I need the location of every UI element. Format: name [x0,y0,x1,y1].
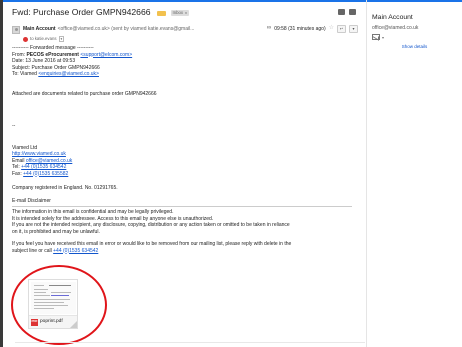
office-email-link[interactable]: office@viamed.co.uk [26,158,72,164]
recipient-text: to katie.evans [30,36,57,42]
email-prefix: Email [12,157,26,164]
email-subject: Fwd: Purchase Order GMPN942666 [12,7,151,18]
contact-sidebar: Main Account office@viamed.co.uk ▾ Show … [366,0,462,347]
disclaimer-divider [12,206,352,207]
flag-icon [23,36,28,42]
sender-avatar [12,25,20,34]
tel-prefix: Tel: [12,164,22,170]
recipients-row: to katie.evans ▾ [12,35,358,43]
fwd-to-email-link[interactable]: <enquiries@viamed.co.uk> [38,71,99,77]
message-body: ---------- Forwarded message ---------- … [12,45,362,254]
attachment-preview [31,282,76,314]
contact-name: Main Account [372,14,413,21]
email-contact-button[interactable]: ▾ [372,34,462,41]
fax-prefix: Fax: [12,170,24,177]
sender-name[interactable]: Main Account [23,26,56,33]
attachment-filename[interactable]: poprint.pdf [40,319,63,325]
fwd-from-email-link[interactable]: <support@elcom.com> [80,52,132,58]
star-icon[interactable]: ☆ [329,25,334,33]
disclaimer-title: E-mail Disclaimer [12,197,51,204]
message-actions: ∞ 09:58 (31 minutes ago) ☆ ↩ ▾ [267,25,358,33]
fax-link[interactable]: +44 (0)1535 635582 [23,171,68,177]
reply-button[interactable]: ↩ [337,25,346,33]
pdf-icon: PDF [31,318,38,326]
email-view: Fwd: Purchase Order GMPN942666 Inbox x M… [3,2,366,347]
mail-icon [372,34,380,41]
fwd-to-prefix: To: Viamed [12,71,39,77]
show-details-link[interactable]: Show details [367,44,462,50]
contact-email: office@viamed.co.uk [372,24,419,31]
recipient-details-toggle[interactable]: ▾ [58,35,65,43]
attachment-card[interactable]: PDF poprint.pdf [28,279,78,329]
error-notice-prefix: subject line or call [12,247,54,254]
label-remove-icon[interactable]: x [185,10,187,15]
bottom-divider [15,342,365,343]
attachment-clip-icon: ∞ [266,25,272,32]
fwd-from-name: PECOS eProcurement [26,51,79,58]
fwd-from-prefix: From: [12,51,27,58]
print-icon[interactable] [338,9,345,15]
important-marker-icon[interactable] [156,10,166,16]
error-notice-line-2: subject line or call +44 (0)1535 634542 [12,248,362,255]
attachment-corner-fold [70,321,77,328]
label-chip-inbox[interactable]: Inbox x [170,10,190,16]
header-actions [338,9,356,15]
tel-link[interactable]: +44 (0)1535 634542 [21,164,66,170]
error-phone-link[interactable]: +44 (0)1535 634542 [53,248,98,254]
message-time: 09:58 (31 minutes ago) [274,25,326,32]
more-actions-button[interactable]: ▾ [349,25,358,33]
sender-row: Main Account <office@viamed.co.uk> (sent… [12,24,358,35]
label-chip-text: Inbox [172,10,184,16]
new-window-icon[interactable] [349,9,356,15]
chevron-down-icon: ▾ [382,34,385,40]
subject-row: Fwd: Purchase Order GMPN942666 Inbox x [12,2,358,24]
sender-address: <office@viamed.co.uk> (sent by viamed ka… [57,26,195,33]
